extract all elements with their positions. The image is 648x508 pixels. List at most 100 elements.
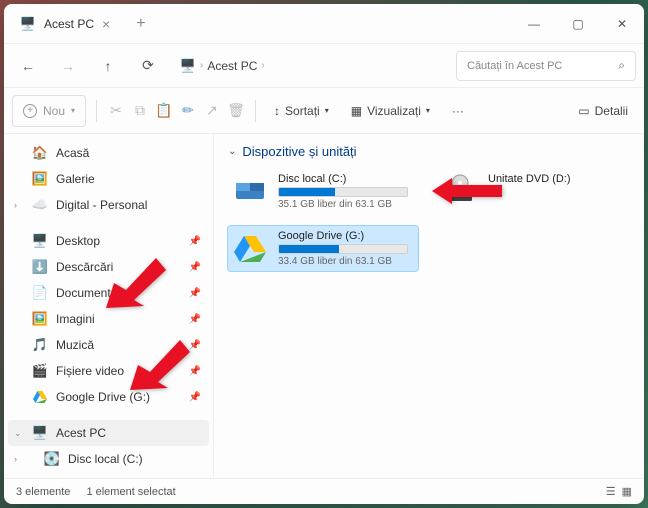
chevron-down-icon: ▾	[325, 106, 329, 115]
chevron-right-icon: ›	[261, 60, 264, 71]
new-tab-button[interactable]: +	[126, 15, 155, 33]
image-icon: 🖼️	[32, 311, 48, 327]
paste-icon[interactable]: 📋	[155, 102, 173, 120]
list-view-icon[interactable]: ☰	[606, 485, 616, 498]
pin-icon: 📌	[189, 314, 201, 325]
breadcrumb[interactable]: 🖥️ › Acest PC ›	[180, 58, 265, 74]
content-pane: ⌄ Dispozitive și unități Disc local (C:)…	[214, 134, 644, 478]
download-icon: ⬇️	[32, 259, 48, 275]
tab-title: Acest PC	[44, 17, 94, 31]
pin-icon: 📌	[189, 366, 201, 377]
sidebar-item-local-c[interactable]: ›💽Disc local (C:)	[8, 446, 209, 472]
chevron-right-icon[interactable]: ›	[14, 200, 17, 210]
status-count: 3 elemente	[16, 486, 70, 498]
section-header[interactable]: ⌄ Dispozitive și unități	[228, 144, 630, 159]
usage-bar	[278, 187, 408, 197]
cut-icon[interactable]: ✂	[107, 102, 125, 120]
chevron-down-icon[interactable]: ⌄	[14, 428, 22, 439]
sort-icon: ↕	[274, 104, 280, 118]
breadcrumb-item[interactable]: Acest PC	[207, 59, 257, 73]
drive-icon	[232, 230, 268, 266]
details-icon: ▭	[578, 104, 589, 118]
copy-icon[interactable]: ⧉	[131, 102, 149, 120]
search-icon: ⌕	[618, 58, 625, 73]
view-button[interactable]: ▦ Vizualizați ▾	[343, 100, 438, 122]
minimize-button[interactable]: —	[512, 17, 556, 31]
command-toolbar: + Nou ▾ ✂ ⧉ 📋 ✏ ↗ 🗑 ↕ Sortați ▾ ▦ Vizual…	[4, 88, 644, 134]
drive-item[interactable]: Google Drive (G:) 33.4 GB liber din 63.1 …	[228, 226, 418, 271]
status-selected: 1 element selectat	[86, 486, 175, 498]
document-icon: 📄	[32, 285, 48, 301]
rename-icon[interactable]: ✏	[179, 102, 197, 120]
desktop-icon: 🖥️	[32, 233, 48, 249]
chevron-down-icon: ▾	[71, 106, 75, 115]
pc-icon: 🖥️	[20, 16, 36, 32]
annotation-arrow	[432, 176, 502, 211]
drive-item[interactable]: Disc local (C:) 35.1 GB liber din 63.1 GB	[228, 169, 418, 214]
home-icon: 🏠	[32, 145, 48, 161]
pin-icon: 📌	[189, 236, 201, 247]
drive-name: Disc local (C:)	[278, 173, 414, 185]
search-input[interactable]: Căutați în Acest PC ⌕	[456, 51, 636, 81]
annotation-arrow	[130, 340, 190, 395]
new-button[interactable]: + Nou ▾	[12, 95, 86, 127]
sort-label: Sortați	[285, 104, 320, 118]
plus-icon: +	[23, 104, 37, 118]
drive-icon	[232, 173, 268, 209]
drive-name: Google Drive (G:)	[278, 230, 414, 242]
new-label: Nou	[43, 104, 65, 118]
sidebar-item-home[interactable]: 🏠Acasă	[8, 140, 209, 166]
grid-view-icon[interactable]: ▦	[622, 485, 632, 498]
drives-grid: Disc local (C:) 35.1 GB liber din 63.1 GB…	[228, 169, 630, 271]
view-icon: ▦	[351, 104, 362, 118]
statusbar: 3 elemente 1 element selectat ☰ ▦	[4, 478, 644, 504]
pin-icon: 📌	[189, 288, 201, 299]
pin-icon: 📌	[189, 262, 201, 273]
drive-name: Unitate DVD (D:)	[488, 173, 624, 185]
chevron-down-icon: ⌄	[228, 146, 236, 157]
sidebar-item-thispc[interactable]: ⌄🖥️Acest PC	[8, 420, 209, 446]
sidebar-item-gdrive-pc[interactable]: ›Google Drive (G:)	[8, 472, 209, 478]
pc-icon: 🖥️	[180, 58, 196, 74]
more-button[interactable]: ···	[444, 100, 472, 122]
pin-icon: 📌	[189, 392, 201, 403]
maximize-button[interactable]: ▢	[556, 17, 600, 31]
section-title: Dispozitive și unități	[242, 144, 356, 159]
refresh-button[interactable]: ⟳	[132, 50, 164, 82]
drive-free-text: 33.4 GB liber din 63.1 GB	[278, 256, 414, 267]
cloud-icon: ☁️	[32, 197, 48, 213]
up-button[interactable]: ↑	[92, 50, 124, 82]
gallery-icon: 🖼️	[32, 171, 48, 187]
video-icon: 🎬	[32, 363, 48, 379]
chevron-down-icon: ▾	[426, 106, 430, 115]
delete-icon[interactable]: 🗑	[227, 102, 245, 120]
share-icon[interactable]: ↗	[203, 102, 221, 120]
divider	[255, 100, 256, 122]
close-button[interactable]: ✕	[600, 17, 644, 31]
sidebar-item-gallery[interactable]: 🖼️Galerie	[8, 166, 209, 192]
pc-icon: 🖥️	[32, 425, 48, 441]
address-toolbar: ← → ↑ ⟳ 🖥️ › Acest PC › Căutați în Acest…	[4, 44, 644, 88]
details-label: Detalii	[595, 104, 628, 118]
annotation-arrow	[106, 258, 166, 313]
chevron-right-icon[interactable]: ›	[14, 454, 17, 464]
window-tab[interactable]: 🖥️ Acest PC ×	[4, 4, 126, 43]
sort-button[interactable]: ↕ Sortați ▾	[266, 100, 337, 122]
sidebar-item-onedrive[interactable]: ›☁️Digital - Personal	[8, 192, 209, 218]
chevron-right-icon: ›	[200, 60, 203, 71]
sidebar-item-desktop[interactable]: 🖥️Desktop📌	[8, 228, 209, 254]
search-placeholder: Căutați în Acest PC	[467, 60, 562, 72]
tab-close-icon[interactable]: ×	[102, 16, 110, 32]
gdrive-icon	[32, 389, 48, 405]
view-label: Vizualizați	[367, 104, 421, 118]
divider	[96, 100, 97, 122]
titlebar: 🖥️ Acest PC × + — ▢ ✕	[4, 4, 644, 44]
gdrive-icon	[44, 477, 60, 478]
music-icon: 🎵	[32, 337, 48, 353]
drive-icon: 💽	[44, 451, 60, 467]
pin-icon: 📌	[189, 340, 201, 351]
drive-free-text: 35.1 GB liber din 63.1 GB	[278, 199, 414, 210]
forward-button[interactable]: →	[52, 50, 84, 82]
back-button[interactable]: ←	[12, 50, 44, 82]
details-button[interactable]: ▭ Detalii	[570, 100, 636, 122]
